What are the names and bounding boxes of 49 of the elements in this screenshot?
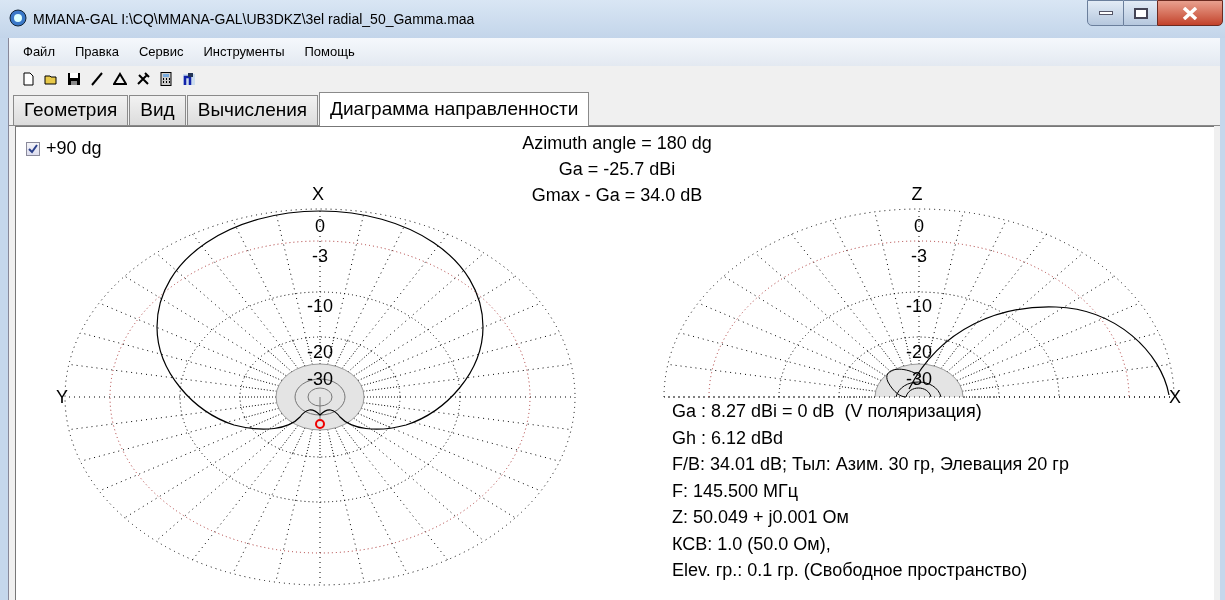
tools-icon[interactable] — [136, 72, 150, 86]
checkbox-label: +90 dg — [46, 137, 102, 160]
line-icon[interactable] — [90, 72, 104, 86]
menu-item[interactable]: Помощь — [304, 42, 355, 62]
antenna-icon[interactable] — [182, 72, 196, 86]
ring-label: 0 — [914, 217, 924, 235]
checkbox[interactable] — [26, 141, 40, 156]
ring-label: -20 — [307, 343, 333, 361]
axis-label: X — [1169, 385, 1181, 409]
pattern-summary-line: Ga = -25.7 dBi — [558, 158, 676, 181]
axis-label: Y — [56, 385, 68, 409]
axis-label: Z — [911, 182, 923, 206]
tab[interactable]: Геометрия — [13, 95, 129, 125]
menu-item[interactable]: Правка — [74, 42, 119, 62]
tab[interactable]: Диаграмма направленности — [319, 92, 590, 126]
calculator-icon[interactable] — [159, 72, 173, 86]
maximize-button[interactable] — [1124, 0, 1157, 26]
ring-label: 0 — [315, 217, 325, 235]
ring-label: -10 — [307, 297, 333, 315]
result-line: Ga : 8.27 dBi = 0 dB (V поляризация) — [672, 400, 983, 423]
app-logo-icon — [9, 9, 27, 27]
menu-item[interactable]: Сервис — [138, 42, 184, 62]
new-file-icon[interactable] — [21, 72, 35, 86]
tab[interactable]: Вид — [129, 95, 186, 125]
tab[interactable]: Вычисления — [186, 95, 319, 125]
ring-label: -3 — [911, 247, 927, 265]
axis-label: X — [312, 182, 324, 206]
triangle-icon[interactable] — [113, 72, 127, 86]
result-line: F/B: 34.01 dB; Тыл: Азим. 30 гр, Элевация 20 гр — [672, 453, 1069, 476]
result-line: КСВ: 1.0 (50.0 Ом), — [672, 532, 832, 556]
result-line: F: 145.500 МГц — [672, 479, 800, 503]
result-line: Elev. гр.: 0.1 гр. (Свободное пространство) — [672, 559, 1029, 582]
save-icon[interactable] — [67, 72, 81, 86]
window-title: MMANA-GAL I:\CQ\MMANA-GAL\UB3DKZ\3el radial_50_Gamma.maa — [33, 10, 475, 29]
result-line: Gh : 6.12 dBd — [672, 426, 785, 450]
pattern-summary-line: Gmax - Ga = 34.0 dB — [531, 184, 703, 207]
checkmark-icon — [28, 143, 38, 154]
close-icon — [1182, 6, 1198, 20]
pattern-summary-line: Azimuth angle = 180 dg — [522, 132, 712, 155]
ring-label: -3 — [312, 247, 328, 265]
close-button[interactable] — [1157, 0, 1223, 26]
open-folder-icon[interactable] — [44, 72, 58, 86]
minimize-button[interactable] — [1087, 0, 1124, 26]
result-line: Z: 50.049 + j0.001 Ом — [672, 506, 850, 529]
ring-label: -30 — [307, 370, 333, 388]
menu-item[interactable]: Инструменты — [203, 42, 285, 62]
ring-label: -20 — [906, 343, 932, 361]
menu-item[interactable]: Файл — [23, 42, 55, 62]
ring-label: -10 — [906, 297, 932, 315]
